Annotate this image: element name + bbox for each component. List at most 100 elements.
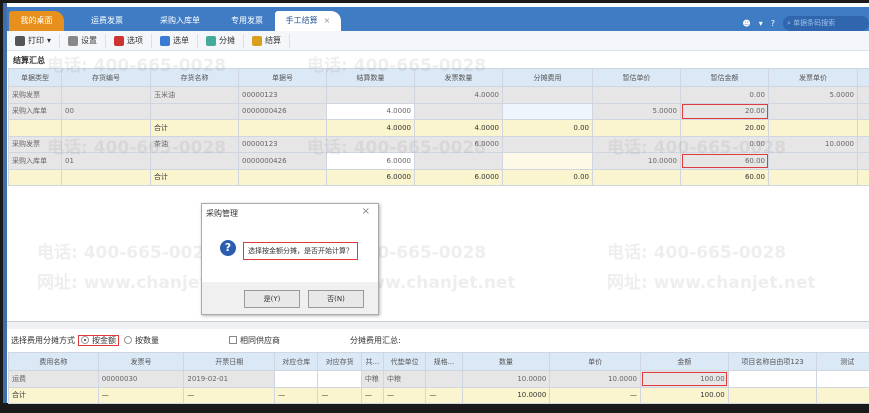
tab-purchase-receipt[interactable]: 采购入库单 [145, 11, 215, 31]
table-cell[interactable]: 运费 [8, 370, 99, 388]
table-cell[interactable]: 100.00 [640, 370, 729, 388]
tab-home[interactable]: 我的桌面 [9, 11, 64, 31]
table-cell[interactable]: 60.00 [680, 168, 769, 186]
table-cell[interactable]: — [274, 386, 319, 404]
table-cell[interactable] [727, 386, 818, 404]
column-header[interactable]: 开票日期 [183, 352, 276, 371]
table-cell[interactable]: 6.0000 [414, 168, 503, 186]
table-cell[interactable]: 0.00 [502, 119, 593, 137]
table-cell[interactable]: 01 [61, 152, 151, 170]
table-cell[interactable]: 中粮 [382, 370, 427, 388]
column-header[interactable]: 数量 [461, 352, 551, 371]
table-row[interactable]: 合计 4.0000 4.0000 0.00 20.00 [8, 119, 869, 137]
table-cell[interactable] [414, 152, 503, 170]
table-cell[interactable]: 0000000426 [238, 102, 327, 120]
table-cell[interactable]: 100.00 [640, 386, 729, 404]
table-cell[interactable] [768, 119, 858, 137]
column-header[interactable]: 分摊费用 [502, 68, 593, 87]
horizontal-scrollbar[interactable] [7, 321, 869, 329]
column-header[interactable]: 发票号 [97, 352, 185, 371]
table-cell[interactable]: 4.0000 [414, 119, 503, 137]
table-cell[interactable]: 4.0000 [326, 119, 415, 137]
table-cell[interactable] [857, 119, 869, 137]
close-icon[interactable]: × [362, 206, 370, 217]
column-header[interactable]: 项目名称自由项123 [727, 352, 818, 371]
table-row[interactable]: 运费 00000030 2019-02-01 中粮 中粮 10.0000 10.0000 10… [8, 370, 869, 388]
table-row[interactable]: 采购发票 茶油 00000123 6.0000 0.00 10.0000 [8, 135, 869, 153]
table-cell[interactable]: 00000123 [238, 86, 327, 104]
table-cell[interactable] [768, 168, 858, 186]
table-cell[interactable] [61, 168, 151, 186]
column-header[interactable]: 发票单价 [768, 68, 858, 87]
table-cell[interactable] [8, 119, 62, 137]
table-cell[interactable] [816, 370, 869, 388]
toolbar-gear-button[interactable]: 设置 [60, 33, 107, 48]
table-cell[interactable] [816, 386, 869, 404]
table-cell[interactable]: 10.0000 [768, 135, 858, 153]
column-header[interactable]: 测试 [816, 352, 869, 371]
table-cell[interactable] [857, 86, 869, 104]
column-header[interactable]: 单据类型 [8, 68, 62, 87]
table-cell[interactable]: 4.0000 [414, 86, 503, 104]
table-cell[interactable]: 10.0000 [461, 386, 551, 404]
table-cell[interactable]: 采购入库单 [8, 102, 62, 120]
table-cell[interactable] [326, 86, 415, 104]
table-cell[interactable] [150, 152, 239, 170]
table-row[interactable]: 合计 6.0000 6.0000 0.00 60.00 [8, 168, 869, 186]
table-cell[interactable]: 合计 [150, 168, 239, 186]
table-cell[interactable] [274, 370, 319, 388]
toolbar-allocate-button[interactable]: 分摊 [198, 33, 245, 48]
table-cell[interactable]: 0.00 [680, 86, 769, 104]
table-cell[interactable] [150, 102, 239, 120]
tab-manual-settlement[interactable]: 手工结算 × [275, 11, 341, 31]
table-cell[interactable]: 2019-02-01 [183, 370, 276, 388]
table-cell[interactable] [425, 370, 463, 388]
table-cell[interactable] [857, 168, 869, 186]
tab-special-invoice[interactable]: 专用发票 [217, 11, 277, 31]
table-cell[interactable]: 4.0000 [326, 102, 415, 120]
column-header[interactable]: 存货编号 [61, 68, 151, 87]
toolbar-select-doc-button[interactable]: 选单 [152, 33, 199, 48]
table-cell[interactable]: 采购发票 [8, 86, 62, 104]
toolbar-printer-button[interactable]: 打印 ▾ [7, 33, 61, 48]
table-cell[interactable]: 00000030 [97, 370, 185, 388]
table-cell[interactable]: 中粮 [360, 370, 384, 388]
chevron-down-icon[interactable]: ▾ [47, 36, 51, 45]
column-header[interactable]: 结算数量 [326, 68, 415, 87]
table-cell[interactable] [502, 152, 593, 170]
table-cell[interactable]: 20.00 [680, 102, 769, 120]
table-row[interactable]: 合计 — — — — — — —10.0000—100.00 [8, 386, 869, 404]
column-header[interactable]: 暂估金额 [680, 68, 769, 87]
table-cell[interactable] [727, 370, 818, 388]
yes-button[interactable]: 是(Y) [244, 290, 300, 308]
table-cell[interactable]: 6.0000 [414, 135, 503, 153]
column-header[interactable] [857, 68, 869, 87]
radio-by-amount[interactable]: 按金额 [77, 334, 120, 347]
column-header[interactable]: 规格... [425, 352, 463, 371]
chevron-down-icon[interactable]: ▾ [759, 19, 763, 28]
table-cell[interactable]: 10.0000 [592, 152, 681, 170]
table-cell[interactable] [592, 86, 681, 104]
table-cell[interactable]: 合计 [150, 119, 239, 137]
radio-by-quantity[interactable]: 按数量 [120, 335, 159, 346]
table-cell[interactable] [326, 135, 415, 153]
table-cell[interactable] [317, 370, 362, 388]
table-cell[interactable]: 采购发票 [8, 135, 62, 153]
table-cell[interactable]: 5.0000 [768, 86, 858, 104]
column-header[interactable]: 对应存货 [317, 352, 362, 371]
table-row[interactable]: 采购入库单 01 0000000426 6.0000 10.0000 60.00 [8, 152, 869, 170]
tab-freight-invoice[interactable]: 运费发票 [77, 11, 137, 31]
table-cell[interactable] [8, 168, 62, 186]
column-header[interactable]: 单据号 [238, 68, 327, 87]
same-supplier-checkbox[interactable]: 相同供应商 [229, 335, 280, 346]
column-header[interactable]: 单价 [549, 352, 642, 371]
table-cell[interactable]: — [425, 386, 463, 404]
column-header[interactable]: 金额 [640, 352, 729, 371]
table-cell[interactable] [502, 86, 593, 104]
no-button[interactable]: 否(N) [308, 290, 364, 308]
table-cell[interactable] [768, 152, 858, 170]
table-cell[interactable]: 5.0000 [592, 102, 681, 120]
table-cell[interactable]: 0.00 [680, 135, 769, 153]
search-input[interactable]: ⌕ 单据条码搜索 [783, 15, 869, 31]
column-header[interactable]: 对应仓库 [274, 352, 319, 371]
